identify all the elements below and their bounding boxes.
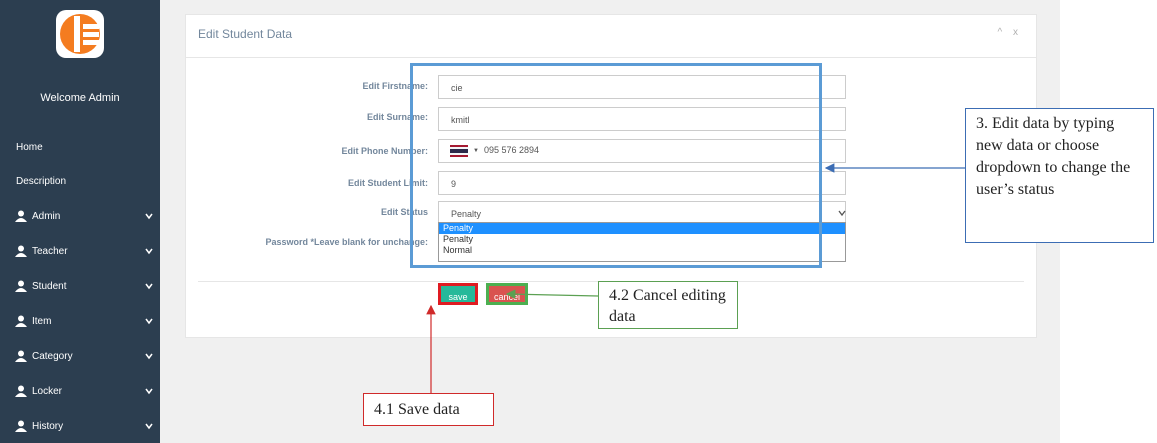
callout-step42: 4.2 Cancel editing data <box>598 281 738 329</box>
callout-step41: 4.1 Save data <box>363 393 494 426</box>
arrow-step42 <box>505 289 599 299</box>
callout-step3: 3. Edit data by typing new data or choos… <box>965 108 1154 243</box>
